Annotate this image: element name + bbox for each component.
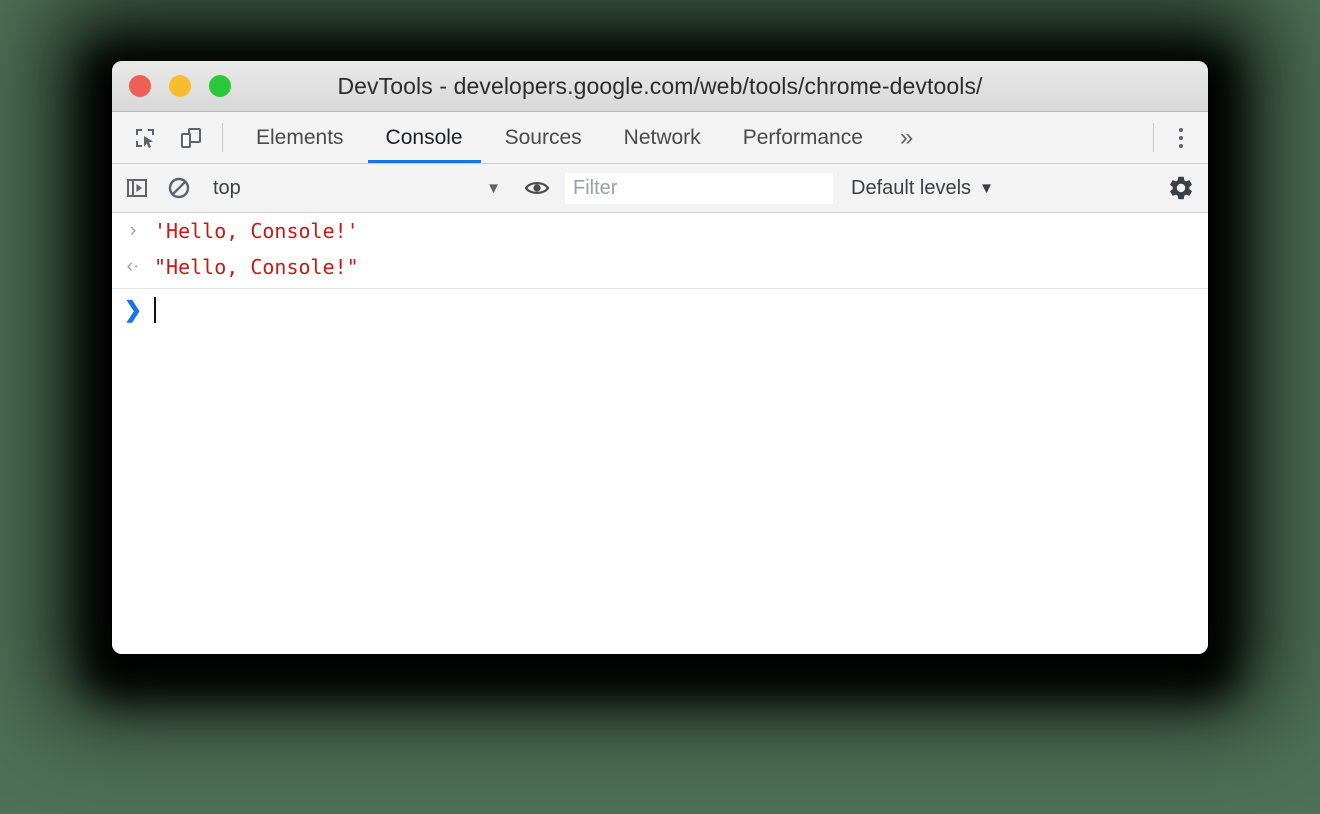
text-cursor: [154, 297, 156, 323]
input-marker: ›: [129, 220, 137, 241]
tab-list: Elements Console Sources Network Perform…: [223, 112, 929, 163]
devtools-tabbar: Elements Console Sources Network Perform…: [112, 112, 1208, 164]
chevron-down-icon: ▼: [486, 179, 501, 197]
tabbar-right: [1153, 112, 1208, 163]
minimize-window-button[interactable]: [169, 75, 191, 97]
window-title: DevTools - developers.google.com/web/too…: [337, 72, 983, 99]
console-message-output[interactable]: ‹· "Hello, Console!": [112, 249, 1208, 285]
filter-input[interactable]: [565, 172, 833, 204]
console-message-input[interactable]: › 'Hello, Console!': [112, 213, 1208, 249]
tabbar-tool-icons: [112, 112, 222, 163]
more-tabs-button[interactable]: »: [884, 112, 929, 163]
execution-context-value: top: [213, 176, 241, 199]
log-levels-label: Default levels: [851, 176, 972, 199]
execution-context-select[interactable]: top ▼: [205, 171, 511, 205]
console-message-text: "Hello, Console!": [154, 255, 359, 279]
console-message-text: 'Hello, Console!': [154, 219, 359, 243]
tab-console[interactable]: Console: [365, 112, 484, 163]
chevron-down-icon: ▼: [979, 179, 994, 197]
console-sidebar-icon[interactable]: [120, 171, 154, 205]
tab-network[interactable]: Network: [603, 112, 722, 163]
tab-elements[interactable]: Elements: [235, 112, 365, 163]
console-toolbar-right: [1153, 174, 1208, 202]
log-levels-select[interactable]: Default levels ▼: [851, 177, 994, 200]
live-expression-eye-icon[interactable]: [520, 171, 554, 205]
console-toolbar: top ▼ Default levels ▼: [112, 164, 1208, 213]
devtools-window: DevTools - developers.google.com/web/too…: [112, 61, 1208, 654]
zoom-window-button[interactable]: [209, 75, 231, 97]
output-marker: ‹·: [126, 256, 140, 277]
console-prompt-row[interactable]: ❯: [112, 289, 1208, 329]
tab-performance[interactable]: Performance: [722, 112, 884, 163]
close-window-button[interactable]: [129, 75, 151, 97]
clear-console-icon[interactable]: [162, 171, 196, 205]
inspect-element-icon[interactable]: [128, 121, 162, 155]
tab-sources[interactable]: Sources: [484, 112, 603, 163]
window-titlebar: DevTools - developers.google.com/web/too…: [112, 61, 1208, 112]
device-toolbar-icon[interactable]: [174, 121, 208, 155]
gear-icon[interactable]: [1154, 174, 1208, 202]
kebab-menu-icon[interactable]: [1154, 112, 1208, 163]
console-output: › 'Hello, Console!' ‹· "Hello, Console!"…: [112, 213, 1208, 654]
prompt-marker: ❯: [123, 297, 143, 322]
traffic-lights: [112, 75, 231, 97]
